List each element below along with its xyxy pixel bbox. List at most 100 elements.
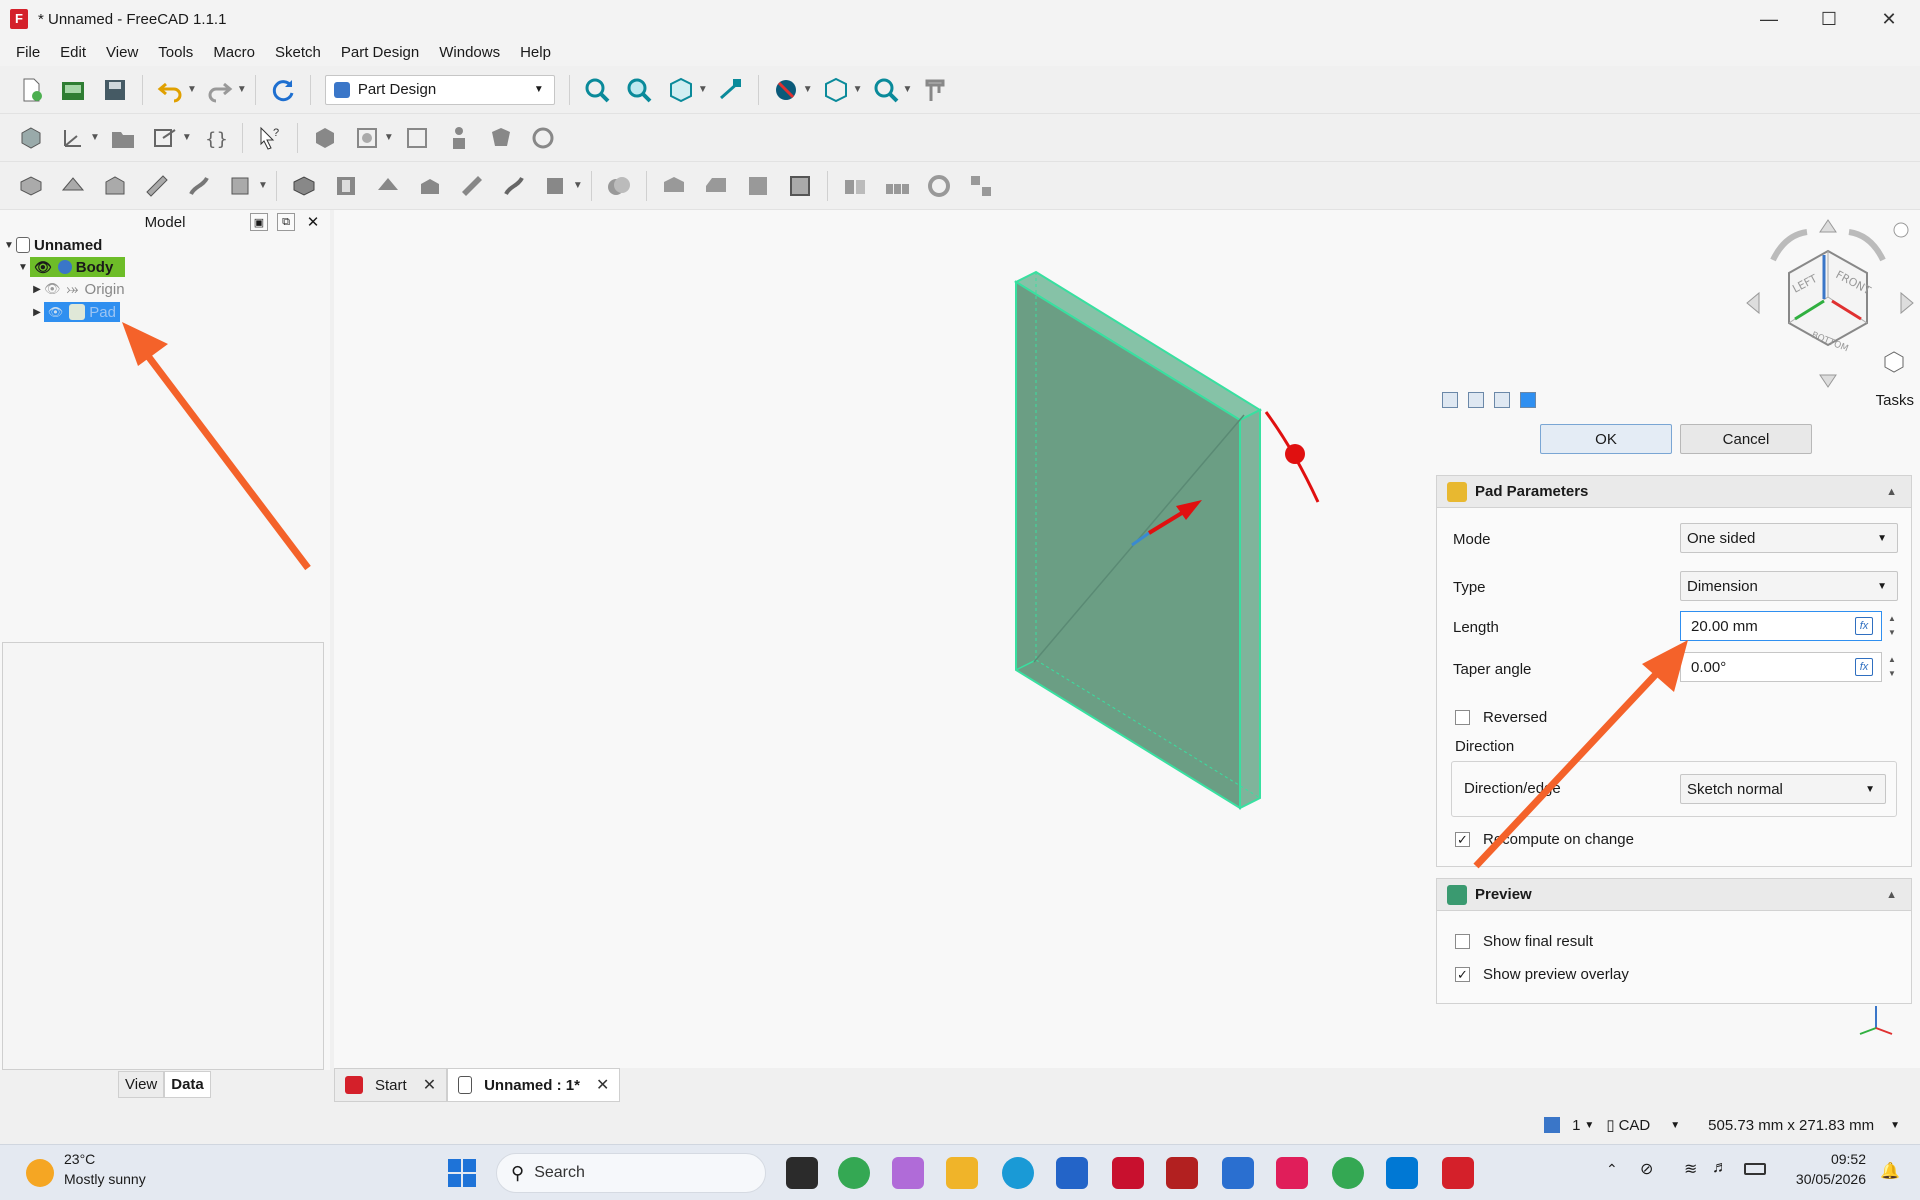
settings-icon[interactable] (1494, 392, 1510, 408)
tree-item-pad[interactable]: ▶ 👁 Pad (30, 301, 120, 323)
tasks-view-icon[interactable] (1520, 392, 1536, 408)
nav-arrow-left-icon[interactable] (1746, 291, 1760, 315)
wifi-icon[interactable]: ≋ (1684, 1159, 1697, 1179)
menu-file[interactable]: File (6, 44, 50, 61)
nav-rotate-left-icon[interactable] (1770, 229, 1808, 262)
page-indicator[interactable]: 1 (1572, 1117, 1580, 1134)
pdf-reader-icon[interactable] (1166, 1157, 1198, 1189)
bounding-box-button[interactable] (820, 74, 852, 106)
hidden-eye-icon[interactable]: 👁 (44, 281, 61, 297)
panel-close-button[interactable]: ✕ (304, 213, 322, 231)
draw-style-button[interactable] (770, 74, 802, 106)
datum-dropdown-icon[interactable]: ▼ (90, 132, 100, 143)
zoom-button[interactable] (870, 74, 902, 106)
length-spin-arrows[interactable]: ▲ ▼ (1885, 612, 1899, 640)
standard-views-button[interactable] (665, 74, 697, 106)
helix-button[interactable] (183, 170, 215, 202)
menu-sketch[interactable]: Sketch (265, 44, 331, 61)
subtractive-primitive-button[interactable] (540, 170, 572, 202)
standard-views-dropdown-icon[interactable]: ▼ (698, 84, 708, 95)
recompute-checkbox[interactable]: ✓ (1455, 832, 1470, 847)
shape-button[interactable] (485, 122, 517, 154)
hole-button[interactable] (330, 170, 362, 202)
export-button[interactable] (149, 122, 181, 154)
revolution-button[interactable] (57, 170, 89, 202)
create-body-button[interactable] (15, 122, 47, 154)
subtractive-primitive-dropdown-icon[interactable]: ▼ (573, 180, 583, 191)
undo-dropdown-icon[interactable]: ▼ (187, 84, 197, 95)
nav-arrow-down-icon[interactable] (1819, 374, 1837, 388)
tab-start[interactable]: Start ✕ (334, 1068, 448, 1102)
hidden-eye-icon[interactable]: 👁 (48, 305, 63, 319)
navigation-cube[interactable]: LEFT FRONT BOTTOM (1745, 215, 1915, 394)
pad-solid-front-face[interactable] (1015, 280, 1241, 810)
shape-binder-button[interactable] (309, 122, 341, 154)
mascot-button[interactable] (527, 122, 559, 154)
chrome-icon[interactable] (838, 1157, 870, 1189)
menu-part-design[interactable]: Part Design (331, 44, 429, 61)
redo-button[interactable] (204, 74, 236, 106)
tab-unnamed[interactable]: Unnamed : 1* ✕ (447, 1068, 621, 1102)
thickness-button[interactable] (784, 170, 816, 202)
polar-pattern-button[interactable] (923, 170, 955, 202)
vscode-icon[interactable] (1386, 1157, 1418, 1189)
taskbar-time[interactable]: 09:52 (1780, 1151, 1866, 1167)
panel-float-button[interactable]: ▣ (250, 213, 268, 231)
panel-undock-button[interactable]: ⧉ (277, 213, 295, 231)
pad-parameters-header[interactable]: Pad Parameters ▲ (1437, 476, 1911, 508)
clone-button[interactable] (401, 122, 433, 154)
task-view-icon[interactable] (786, 1157, 818, 1189)
weather-desc[interactable]: Mostly sunny (64, 1171, 146, 1187)
edge-icon[interactable] (1002, 1157, 1034, 1189)
tree-item-origin[interactable]: ▶ 👁 ⤖ Origin (30, 278, 124, 300)
workbench-selector[interactable]: Part Design ▼ (324, 74, 555, 105)
freecad-taskbar-icon[interactable] (1442, 1157, 1474, 1189)
create-part-button[interactable] (107, 122, 139, 154)
nav-arrow-up-icon[interactable] (1819, 219, 1837, 233)
refresh-button[interactable] (267, 74, 299, 106)
taskbar-search[interactable]: ⚲ Search (496, 1153, 766, 1193)
new-document-button[interactable] (15, 74, 47, 106)
pad-solid-edge-face[interactable] (1239, 408, 1261, 810)
measure-button[interactable] (715, 74, 747, 106)
tree-item-body[interactable]: ▼ 👁 Body (16, 256, 126, 278)
expand-arrow-icon[interactable]: ▼ (2, 240, 16, 251)
menu-view[interactable]: View (96, 44, 148, 61)
expand-arrow-icon[interactable]: ▼ (16, 262, 30, 273)
battery-icon[interactable] (1744, 1163, 1766, 1175)
notifications-icon[interactable]: 🔔 (1880, 1161, 1900, 1181)
groove-button[interactable] (372, 170, 404, 202)
menu-tools[interactable]: Tools (148, 44, 203, 61)
binder-dropdown-icon[interactable]: ▼ (384, 132, 394, 143)
nav-menu-icon[interactable] (1893, 222, 1909, 238)
expression-fx-icon[interactable]: fx (1855, 658, 1873, 676)
multi-transform-button[interactable] (965, 170, 997, 202)
navigation-style[interactable]: CAD (1619, 1117, 1651, 1134)
taper-spin-arrows[interactable]: ▲ ▼ (1885, 653, 1899, 681)
units-dropdown-icon[interactable]: ▼ (1890, 1120, 1900, 1131)
draft-button[interactable] (742, 170, 774, 202)
measure-tool-button[interactable] (919, 74, 951, 106)
close-window-button[interactable]: ✕ (1860, 0, 1918, 38)
chamfer-button[interactable] (700, 170, 732, 202)
collapse-arrow-icon[interactable]: ▶ (30, 284, 44, 295)
draw-style-dropdown-icon[interactable]: ▼ (803, 84, 813, 95)
loft-button[interactable] (99, 170, 131, 202)
zoom-dropdown-icon[interactable]: ▼ (903, 84, 913, 95)
expression-fx-icon[interactable]: fx (1855, 617, 1873, 635)
weather-temp[interactable]: 23°C (64, 1151, 95, 1167)
subtractive-pipe-button[interactable] (456, 170, 488, 202)
open-document-button[interactable] (57, 74, 89, 106)
menu-macro[interactable]: Macro (203, 44, 265, 61)
ok-button[interactable]: OK (1540, 424, 1672, 454)
type-select[interactable]: Dimension ▼ (1680, 571, 1898, 601)
linear-pattern-button[interactable] (881, 170, 913, 202)
fit-selection-button[interactable] (623, 74, 655, 106)
nav-rotate-right-icon[interactable] (1848, 229, 1886, 262)
save-document-button[interactable] (99, 74, 131, 106)
collapse-up-icon[interactable]: ▲ (1886, 889, 1897, 901)
rotation-drag-handle[interactable] (1285, 444, 1305, 464)
bounding-box-dropdown-icon[interactable]: ▼ (853, 84, 863, 95)
copilot-icon[interactable] (892, 1157, 924, 1189)
taper-angle-input[interactable]: 0.00° fx ▲ ▼ (1680, 652, 1896, 682)
